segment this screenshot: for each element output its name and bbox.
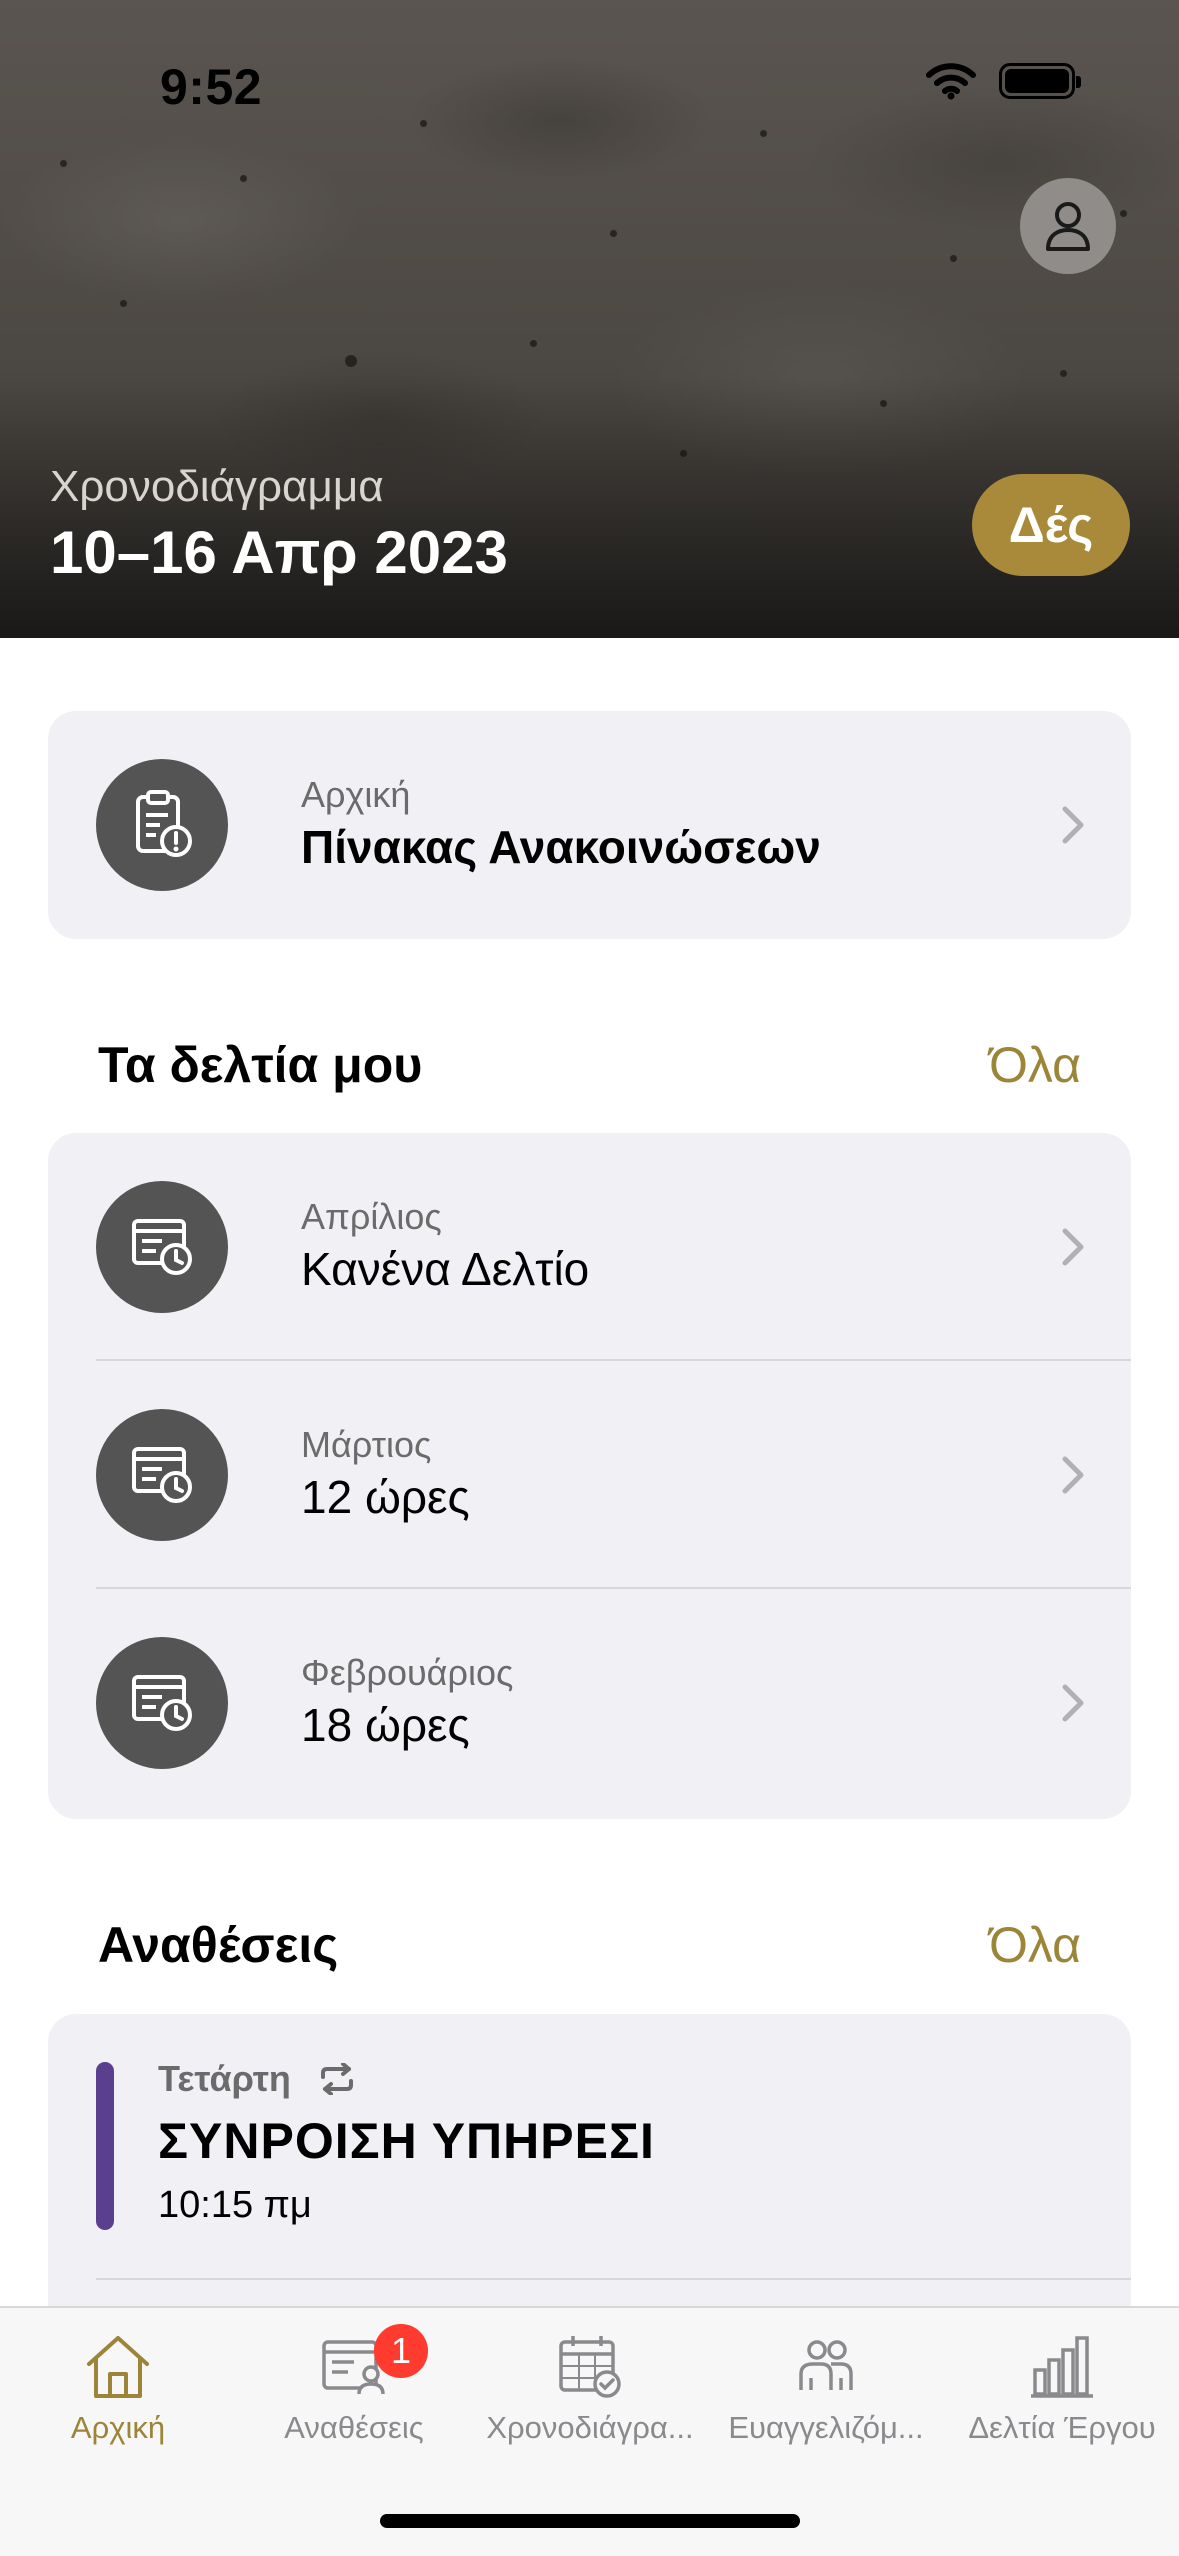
battery-icon: [999, 63, 1081, 99]
assignments-section-title: Αναθέσεις: [98, 1917, 339, 1973]
chevron-right-icon: [1062, 1684, 1084, 1722]
person-icon: [1046, 202, 1090, 251]
bar-chart-icon: [1031, 2336, 1093, 2398]
chevron-right-icon: [1062, 806, 1084, 844]
notice-board-card[interactable]: Αρχική Πίνακας Ανακοινώσεων: [48, 711, 1131, 939]
notification-badge: 1: [374, 2324, 428, 2378]
timesheet-month: Μάρτιος: [301, 1424, 432, 1465]
notice-board-small-label: Αρχική: [301, 774, 411, 815]
tab-label: Χρονοδιάγρα...: [486, 2410, 694, 2445]
status-icons: [925, 62, 1081, 100]
hero-subtitle: Χρονοδιάγραμμα: [50, 462, 384, 511]
tab-assignments[interactable]: 1 Αναθέσεις: [236, 2324, 472, 2446]
timesheet-row-april[interactable]: Απρίλιος Κανένα Δελτίο: [48, 1133, 1131, 1361]
tab-label: Αρχική: [70, 2410, 166, 2445]
timesheet-clock-icon: [96, 1637, 228, 1769]
timesheet-month: Απρίλιος: [301, 1196, 442, 1237]
assignment-title: ΣΥΝΡΟΙΣΗ ΥΠΗΡΕΣΙ: [158, 2113, 655, 2169]
chevron-right-icon: [1062, 1456, 1084, 1494]
notice-board-title: Πίνακας Ανακοινώσεων: [301, 821, 821, 873]
tab-schedule[interactable]: Χρονοδιάγρα...: [472, 2330, 708, 2446]
hero-banner: 9:52 Χρονοδιάγραμμα 10–16 Απρ 2023 Δές: [0, 0, 1179, 638]
timesheet-row-february[interactable]: Φεβρουάριος 18 ώρες: [48, 1589, 1131, 1817]
repeat-icon: [320, 2063, 353, 2095]
tab-bar: Αρχική 1 Αναθέσεις Χρονοδιάγρα... Ευαγγε…: [0, 2306, 1179, 2556]
timesheets-all-link[interactable]: Όλα: [989, 1036, 1081, 1094]
timesheet-clock-icon: [96, 1409, 228, 1541]
calendar-icon: [559, 2336, 621, 2398]
timesheet-row-march[interactable]: Μάρτιος 12 ώρες: [48, 1361, 1131, 1589]
timesheet-month: Φεβρουάριος: [301, 1652, 514, 1693]
assignment-item[interactable]: Τετάρτη ΣΥΝΡΟΙΣΗ ΥΠΗΡΕΣΙ 10:15 πμ: [48, 2014, 1131, 2280]
assignment-day: Τετάρτη: [158, 2058, 291, 2099]
assignment-time: 10:15 πμ: [158, 2184, 312, 2226]
tab-home[interactable]: Αρχική: [0, 2330, 236, 2446]
see-schedule-button[interactable]: Δές: [972, 474, 1130, 576]
timesheets-section-title: Τα δελτία μου: [98, 1037, 423, 1093]
assignment-color-bar: [96, 2062, 114, 2230]
tab-label: Δελτία Έργου: [968, 2410, 1156, 2445]
timesheet-clock-icon: [96, 1181, 228, 1313]
profile-button[interactable]: [1020, 178, 1116, 274]
wifi-icon: [926, 63, 976, 100]
timesheet-value: Κανένα Δελτίο: [301, 1243, 590, 1295]
timesheet-value: 12 ώρες: [301, 1471, 470, 1523]
tab-project-reports[interactable]: Δελτία Έργου: [944, 2330, 1179, 2446]
chevron-right-icon: [1062, 1228, 1084, 1266]
home-icon: [87, 2336, 149, 2398]
status-time: 9:52: [160, 59, 263, 115]
timesheets-card: Απρίλιος Κανένα Δελτίο Μάρτιος 12 ώρες Φ…: [48, 1133, 1131, 1819]
assignments-all-link[interactable]: Όλα: [989, 1916, 1081, 1974]
people-icon: [799, 2340, 853, 2390]
clipboard-alert-icon: [96, 759, 228, 891]
tab-publishers[interactable]: Ευαγγελιζόμ...: [708, 2330, 944, 2446]
timesheet-value: 18 ώρες: [301, 1699, 470, 1751]
tab-label: Αναθέσεις: [284, 2410, 424, 2445]
hero-title: 10–16 Απρ 2023: [50, 519, 508, 586]
home-indicator: [380, 2514, 800, 2528]
assignments-card: Τετάρτη ΣΥΝΡΟΙΣΗ ΥΠΗΡΕΣΙ 10:15 πμ: [48, 2014, 1131, 2314]
tab-label: Ευαγγελιζόμ...: [728, 2410, 924, 2445]
